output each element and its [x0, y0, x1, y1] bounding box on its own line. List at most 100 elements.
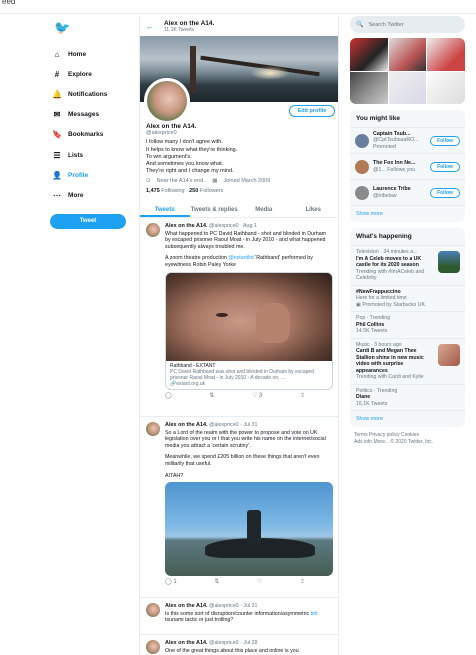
- promoted-icon: ▣: [356, 301, 361, 308]
- tweet-author-name[interactable]: Alex on the A14.: [165, 603, 208, 609]
- follow-suggestion[interactable]: Laurence Tribe @tribelaw Follow: [350, 180, 465, 206]
- panel-title: You might like: [350, 110, 465, 128]
- tab-tweets-replies[interactable]: Tweets & replies: [190, 203, 240, 217]
- trend-item[interactable]: Television · 34 minutes a... I'm A Celeb…: [350, 246, 465, 286]
- tweet[interactable]: Alex on the A14. @alexprice0 · Aug 1 Wha…: [140, 219, 338, 417]
- media-thumb[interactable]: [388, 38, 427, 71]
- share-icon[interactable]: ⇪: [300, 393, 305, 400]
- tweet-actions: ◯ ⇅ ♡ 3 ⇪: [165, 393, 305, 400]
- following-link[interactable]: 1,475 Following: [146, 188, 185, 194]
- avatar[interactable]: [355, 185, 369, 200]
- footer-line[interactable]: Ads info More... © 2020 Twitter, Inc.: [354, 439, 465, 446]
- media-thumb[interactable]: [427, 38, 465, 71]
- tweet-author-name[interactable]: Alex on the A14.: [165, 640, 208, 646]
- nav-label: Lists: [68, 151, 84, 159]
- tweet[interactable]: Alex on the A14. @alexprice0 · Jul 31 Is…: [140, 599, 338, 635]
- heart-icon: ♡: [251, 393, 258, 400]
- trend-item[interactable]: #NewFrappuccino Here for a limited time …: [350, 286, 465, 312]
- tweet-text: So a Lord of the realm with the power to…: [165, 429, 326, 449]
- tweet[interactable]: Alex on the A14. @alexprice0 · Jul 28 On…: [140, 636, 338, 655]
- media-thumb[interactable]: [350, 38, 388, 71]
- show-more-link[interactable]: Show more: [350, 206, 465, 222]
- tweet-image[interactable]: [165, 482, 333, 577]
- nav-messages[interactable]: ✉ Messages: [50, 105, 134, 125]
- profile-avatar[interactable]: [144, 78, 190, 124]
- nav-label: More: [68, 191, 84, 199]
- following-label: Following: [161, 187, 185, 194]
- follow-suggestion[interactable]: Captain Tsub... @CptTsubasaRO... Promoted …: [350, 128, 465, 154]
- trend-title: I'm A Celeb moves to a UK castle for its…: [356, 255, 422, 269]
- mention-link[interactable]: @extantltd: [228, 255, 253, 261]
- followers-link[interactable]: 250 Followers: [189, 188, 223, 194]
- media-thumb[interactable]: [427, 71, 465, 104]
- trend-item[interactable]: Politics · Trending Diane 16.1K Tweets: [350, 385, 465, 411]
- tweet-button[interactable]: Tweet: [50, 213, 126, 229]
- search-icon: 🔍: [356, 22, 364, 28]
- share-icon[interactable]: ⇪: [300, 579, 305, 586]
- card-image: [166, 272, 332, 361]
- banner-pier: [190, 46, 196, 94]
- reply-button[interactable]: ◯ 1: [165, 579, 177, 586]
- card-url: extant.org.uk: [176, 381, 206, 388]
- twitter-bird-icon[interactable]: 🐦: [54, 20, 134, 36]
- image-tower: [247, 510, 261, 545]
- profile-handle: @alexprice0: [146, 130, 177, 137]
- bell-icon: 🔔: [52, 89, 62, 99]
- mail-icon: ✉: [53, 110, 61, 120]
- retweet-icon[interactable]: ⇅: [214, 579, 219, 586]
- tab-likes[interactable]: Likes: [289, 203, 339, 217]
- hashtag-link[interactable]: tirit: [311, 611, 318, 617]
- nav-label: Notifications: [68, 90, 108, 98]
- nav-lists[interactable]: ☰ Lists: [50, 145, 134, 165]
- bookmark-icon: 🔖: [52, 130, 62, 140]
- tweet-text: Meanwhile, we spend £205 billion on thes…: [165, 454, 320, 467]
- nav-notifications[interactable]: 🔔 Notifications: [50, 84, 134, 104]
- tab-media[interactable]: Media: [239, 203, 289, 217]
- edit-profile-button[interactable]: Edit profile: [289, 105, 335, 117]
- media-thumb[interactable]: [388, 71, 427, 104]
- nav-explore[interactable]: # Explore: [50, 64, 134, 84]
- tweet-avatar[interactable]: [146, 223, 160, 237]
- follow-button[interactable]: Follow: [430, 161, 460, 172]
- follow-button[interactable]: Follow: [430, 135, 460, 146]
- explore-icon: #: [54, 69, 60, 79]
- nav-bookmarks[interactable]: 🔖 Bookmarks: [50, 125, 134, 145]
- tweet[interactable]: Alex on the A14. @alexprice0 · Jul 31 So…: [140, 418, 338, 598]
- image-hand: [256, 302, 290, 343]
- show-more-link[interactable]: Show more: [350, 411, 465, 427]
- back-arrow-icon[interactable]: ←: [146, 22, 154, 31]
- like-count: 3: [259, 393, 263, 400]
- tweet-avatar[interactable]: [146, 603, 160, 617]
- follow-button[interactable]: Follow: [430, 187, 460, 198]
- heart-icon[interactable]: ♡: [257, 579, 262, 586]
- tweet-text-part: A zoom theatre production: [165, 255, 229, 262]
- trend-item[interactable]: Music · 3 hours ago Cardi B and Megan Th…: [350, 339, 465, 385]
- panel-title: What's happening: [350, 228, 465, 246]
- nav-home[interactable]: ⌂ Home: [50, 44, 134, 64]
- media-thumb[interactable]: [350, 71, 388, 104]
- nav-more[interactable]: ⋯ More: [50, 185, 134, 205]
- search-box[interactable]: 🔍 Search Twitter: [350, 16, 465, 33]
- tweet-author-name[interactable]: Alex on the A14.: [165, 422, 208, 428]
- profile-location: Near the A14's end.: [156, 178, 205, 185]
- avatar[interactable]: [355, 133, 369, 148]
- tweet-text: Is this some sort of disruption/counter …: [165, 611, 333, 624]
- avatar[interactable]: [355, 159, 369, 174]
- media-gallery[interactable]: [350, 38, 465, 104]
- tweet-author-name[interactable]: Alex on the A14.: [165, 223, 208, 229]
- link-card[interactable]: Rathband - EXTANT PC David Rathband was …: [165, 271, 333, 391]
- nav-profile[interactable]: 👤 Profile: [50, 165, 134, 185]
- reply-icon: ◯: [165, 579, 172, 586]
- tab-tweets[interactable]: Tweets: [140, 203, 190, 217]
- retweet-icon[interactable]: ⇅: [209, 393, 214, 400]
- trend-item[interactable]: Pop · Trending Phil Collins 14.5K Tweets: [350, 312, 465, 339]
- location-icon: ⊙: [146, 178, 151, 185]
- tweet-author: Alex on the A14. @alexprice0 · Aug 1: [165, 223, 333, 230]
- trend-sub: Trending with #ImACeleb and Celebrity: [356, 268, 425, 282]
- reply-icon[interactable]: ◯: [165, 393, 172, 400]
- follow-suggestion[interactable]: The Fox Inn Ne... @1... Follows you Follo…: [350, 154, 465, 180]
- tweet-avatar[interactable]: [146, 422, 160, 436]
- like-button[interactable]: ♡ 3: [252, 393, 262, 400]
- tweet-avatar[interactable]: [146, 640, 160, 654]
- following-count: 1,475: [146, 187, 160, 194]
